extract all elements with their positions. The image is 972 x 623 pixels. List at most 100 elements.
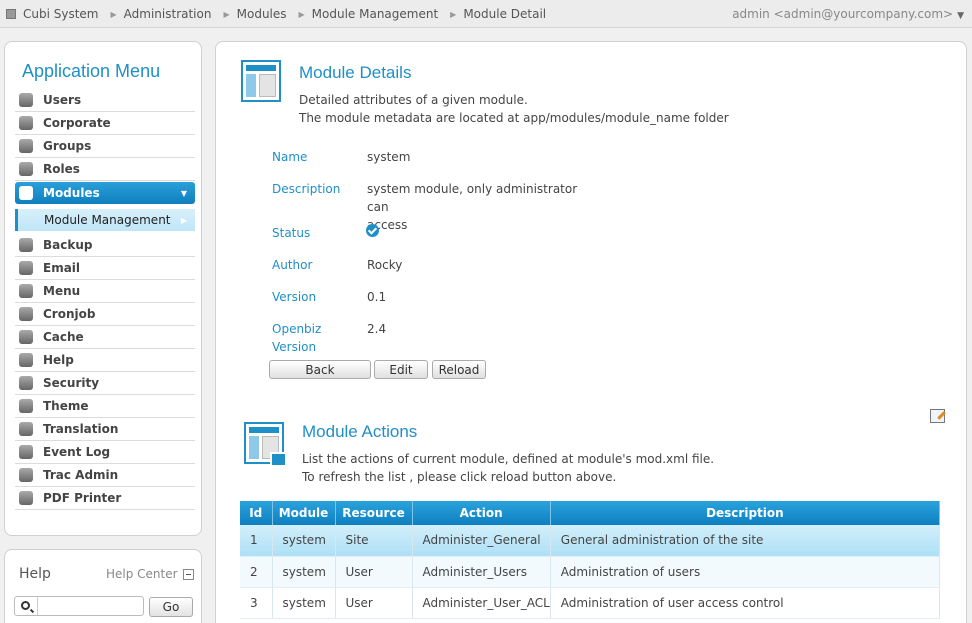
edit-button[interactable]: Edit (374, 360, 428, 379)
menu-item-label: Menu (43, 284, 81, 298)
users-icon (19, 93, 33, 107)
menu-item-trac-admin[interactable]: Trac Admin (15, 464, 195, 487)
breadcrumb-item[interactable]: Cubi System (23, 7, 99, 21)
menu-item-backup[interactable]: Backup (15, 234, 195, 257)
menu-list: Users Corporate Groups Roles Modules ▼ Mo… (15, 89, 195, 510)
column-header-id[interactable]: Id (240, 501, 273, 525)
menu-title: Application Menu (22, 61, 161, 81)
menu-item-label: Modules (43, 186, 100, 200)
clock-icon (19, 307, 33, 321)
menu-item-cronjob[interactable]: Cronjob (15, 303, 195, 326)
version-label: Version (272, 290, 317, 304)
table-header-row: Id Module Resource Action Description (240, 501, 941, 525)
column-header-description[interactable]: Description (550, 501, 941, 525)
column-header-resource[interactable]: Resource (335, 501, 413, 525)
menu-item-menu[interactable]: Menu (15, 280, 195, 303)
breadcrumb-item[interactable]: Modules (237, 7, 287, 21)
menu-item-label: Corporate (43, 116, 111, 130)
table-row[interactable]: 2 system User Administer_Users Administr… (240, 556, 941, 588)
translation-icon (19, 422, 33, 436)
module-details-description: Detailed attributes of a given module. T… (299, 91, 729, 127)
email-icon (19, 261, 33, 275)
main-panel: Module Details Detailed attributes of a … (215, 41, 967, 623)
menu-item-help[interactable]: Help (15, 349, 195, 372)
module-actions-icon (244, 422, 287, 467)
menu-item-email[interactable]: Email (15, 257, 195, 280)
menu-item-label: Backup (43, 238, 93, 252)
column-header-module[interactable]: Module (272, 501, 336, 525)
module-actions-title: Module Actions (302, 422, 418, 441)
menu-item-label: Help (43, 353, 74, 367)
trac-icon (19, 468, 33, 482)
submenu-item-module-management[interactable]: Module Management ▶ (15, 209, 195, 231)
cell-id: 2 (240, 556, 273, 588)
breadcrumb-separator-icon: ▶ (223, 9, 230, 19)
menu-icon (19, 284, 33, 298)
name-label: Name (272, 150, 308, 164)
menu-item-corporate[interactable]: Corporate (15, 112, 195, 135)
submenu-item-label: Module Management (44, 213, 171, 227)
cell-action: Administer_User_ACL (412, 587, 551, 619)
column-header-action[interactable]: Action (412, 501, 551, 525)
reload-button[interactable]: Reload (432, 360, 486, 379)
back-button[interactable]: Back (269, 360, 371, 379)
menu-item-label: Translation (43, 422, 119, 436)
user-menu[interactable]: admin <admin@yourcompany.com> ▼ (732, 7, 964, 21)
search-icon (21, 601, 30, 610)
description-value-line: system module, only administrator can (367, 182, 578, 214)
printer-icon (19, 491, 33, 505)
menu-item-security[interactable]: Security (15, 372, 195, 395)
menu-item-roles[interactable]: Roles (15, 158, 195, 181)
menu-item-label: Cache (43, 330, 84, 344)
menu-item-cache[interactable]: Cache (15, 326, 195, 349)
openbiz-version-value: 2.4 (367, 322, 387, 336)
menu-item-modules[interactable]: Modules ▼ (15, 182, 195, 204)
cache-icon (19, 330, 33, 344)
menu-item-label: PDF Printer (43, 491, 122, 505)
collapse-icon[interactable] (182, 568, 194, 580)
cell-resource: User (335, 587, 413, 619)
author-value: Rocky (367, 258, 403, 272)
application-menu-panel: Application Menu Users Corporate Groups … (4, 41, 202, 536)
help-search-input[interactable] (40, 598, 140, 614)
cell-action: Administer_General (412, 525, 551, 557)
log-icon (19, 445, 33, 459)
backup-icon (19, 238, 33, 252)
breadcrumb-item[interactable]: Administration (124, 7, 212, 21)
status-label: Status (272, 226, 311, 240)
cell-description: Administration of users (550, 556, 941, 588)
menu-item-label: Users (43, 93, 82, 107)
monitor-icon (19, 399, 33, 413)
divider (37, 597, 38, 615)
menu-item-theme[interactable]: Theme (15, 395, 195, 418)
menu-item-translation[interactable]: Translation (15, 418, 195, 441)
table-row[interactable]: 1 system Site Administer_General General… (240, 525, 941, 557)
help-panel: Help Help Center Go (4, 549, 202, 623)
cell-resource: Site (335, 525, 413, 557)
author-label: Author (272, 258, 313, 272)
go-button[interactable]: Go (149, 597, 193, 617)
menu-item-users[interactable]: Users (15, 89, 195, 112)
edit-form-icon[interactable] (930, 409, 945, 423)
description-line: The module metadata are located at app/m… (299, 111, 729, 125)
module-actions-table: Id Module Resource Action Description 1 … (240, 501, 941, 619)
cell-module: system (272, 525, 336, 557)
cell-id: 3 (240, 587, 273, 619)
module-details-icon (241, 60, 281, 102)
help-center-toggle[interactable]: Help Center (106, 567, 194, 581)
cell-id: 1 (240, 525, 273, 557)
menu-item-groups[interactable]: Groups (15, 135, 195, 158)
breadcrumb-item[interactable]: Module Management (312, 7, 439, 21)
menu-item-pdf-printer[interactable]: PDF Printer (15, 487, 195, 510)
menu-item-label: Event Log (43, 445, 111, 459)
menu-item-event-log[interactable]: Event Log (15, 441, 195, 464)
cell-action: Administer_Users (412, 556, 551, 588)
module-actions-description: List the actions of current module, defi… (302, 450, 714, 486)
breadcrumb-separator-icon: ▶ (110, 9, 117, 19)
description-line: Detailed attributes of a given module. (299, 93, 528, 107)
table-row[interactable]: 3 system User Administer_User_ACL Admini… (240, 587, 941, 619)
groups-icon (19, 139, 33, 153)
modules-icon (19, 186, 33, 200)
breadcrumb-item-current: Module Detail (463, 7, 547, 21)
menu-item-label: Roles (43, 162, 80, 176)
